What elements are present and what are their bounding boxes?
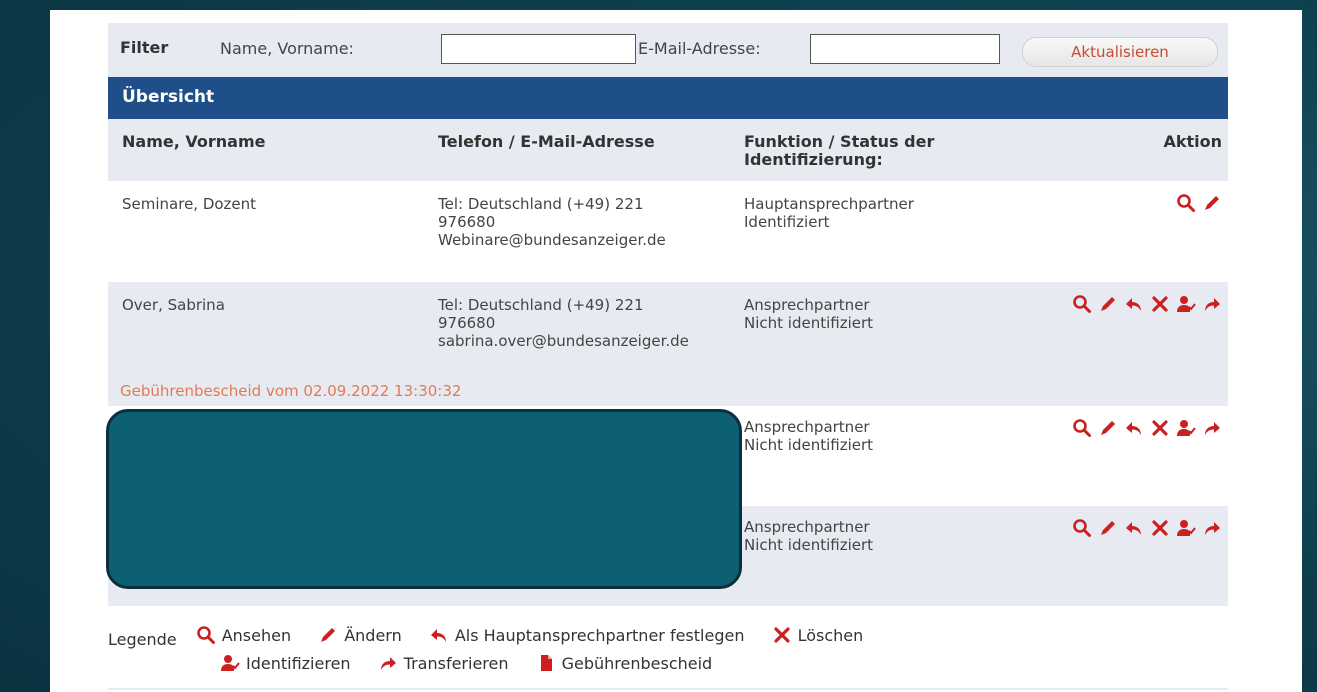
row-email: Webinare@bundesanzeiger.de [438,231,666,249]
forward-arrow-icon [378,653,398,673]
row-phone-cont: 976680 [438,314,496,332]
legend: Legende Ansehen Ändern Als Hauptansprech… [108,625,1228,685]
legend-set-main: Als Hauptansprechpartner festlegen [429,625,745,645]
transfer-icon[interactable] [1202,294,1222,314]
view-icon[interactable] [1072,518,1092,538]
legend-title: Legende [108,630,177,649]
identify-user-icon[interactable] [1176,518,1196,538]
row-status: Identifiziert [744,213,830,231]
row-function: Ansprechpartner Nicht identifiziert [744,518,873,554]
delete-icon[interactable] [1150,418,1170,438]
row-contact: Tel: Deutschland (+49) 221 976680 Webina… [438,195,666,249]
redaction-overlay [106,409,742,589]
legend-edit: Ändern [318,625,402,645]
identify-user-icon[interactable] [1176,418,1196,438]
identify-user-icon[interactable] [1176,294,1196,314]
delete-icon[interactable] [1150,294,1170,314]
reply-arrow-icon [429,625,449,645]
row-function: Hauptansprechpartner Identifiziert [744,195,914,231]
legend-identify-label: Identifizieren [246,653,351,673]
legend-set-main-label: Als Hauptansprechpartner festlegen [454,625,745,645]
legend-fee-label: Gebührenbescheid [561,653,713,673]
edit-icon[interactable] [1098,518,1118,538]
legend-identify: Identifizieren [220,653,351,673]
row-name: Over, Sabrina [122,296,225,314]
row-function-role: Ansprechpartner [744,418,870,436]
col-function-header: Funktion / Status der Identifizierung: [744,133,934,169]
row-actions [1072,294,1222,314]
row-function-role: Ansprechpartner [744,296,870,314]
edit-icon[interactable] [1098,418,1118,438]
row-function-role: Hauptansprechpartner [744,195,914,213]
name-filter-input[interactable] [441,34,636,64]
pencil-icon [318,625,338,645]
filter-title: Filter [120,38,169,57]
row-status: Nicht identifiziert [744,436,874,454]
view-icon[interactable] [1072,294,1092,314]
col-function-header-line2: Identifizierung: [744,150,883,169]
legend-line-1: Legende Ansehen Ändern Als Hauptansprech… [108,625,885,650]
col-name-header: Name, Vorname [122,132,266,151]
edit-icon[interactable] [1098,294,1118,314]
overview-title: Übersicht [122,87,215,107]
legend-transfer: Transferieren [378,653,509,673]
set-main-contact-icon[interactable] [1124,294,1144,314]
view-icon[interactable] [1176,193,1196,213]
col-function-header-line1: Funktion / Status der [744,132,935,151]
row-actions [1176,193,1222,213]
row-function: Ansprechpartner Nicht identifiziert [744,418,873,454]
col-contact-header: Telefon / E-Mail-Adresse [438,132,655,151]
legend-transfer-label: Transferieren [403,653,509,673]
name-filter-label: Name, Vorname: [220,39,354,58]
row-status: Nicht identifiziert [744,536,874,554]
row-contact: Tel: Deutschland (+49) 221 976680 sabrin… [438,296,689,350]
legend-view-label: Ansehen [221,625,292,645]
fee-notice-link[interactable]: Gebührenbescheid vom 02.09.2022 13:30:32 [120,382,461,400]
email-filter-input[interactable] [810,34,1000,64]
email-filter-label: E-Mail-Adresse: [638,39,761,58]
legend-delete-label: Löschen [797,625,864,645]
table-header: Name, Vorname Telefon / E-Mail-Adresse F… [108,119,1228,181]
search-icon [196,625,216,645]
row-phone-cont: 976680 [438,213,496,231]
legend-delete: Löschen [772,625,864,645]
view-icon[interactable] [1072,418,1092,438]
legend-fee: Gebührenbescheid [536,653,713,673]
legend-line-2: Identifizieren Transferieren Gebührenbes… [220,653,734,677]
transfer-icon[interactable] [1202,418,1222,438]
user-check-icon [220,653,240,673]
row-phone: Tel: Deutschland (+49) 221 [438,296,644,314]
overview-header: Übersicht [108,77,1228,119]
row-actions [1072,418,1222,438]
update-button[interactable]: Aktualisieren [1022,37,1218,67]
set-main-contact-icon[interactable] [1124,418,1144,438]
legend-view: Ansehen [196,625,291,645]
transfer-icon[interactable] [1202,518,1222,538]
set-main-contact-icon[interactable] [1124,518,1144,538]
legend-edit-label: Ändern [344,625,402,645]
row-function-role: Ansprechpartner [744,518,870,536]
edit-icon[interactable] [1202,193,1222,213]
table-row: Over, Sabrina Tel: Deutschland (+49) 221… [108,282,1228,406]
x-icon [772,625,792,645]
row-email: sabrina.over@bundesanzeiger.de [438,332,689,350]
document-icon [536,653,556,673]
row-name: Seminare, Dozent [122,195,257,213]
row-function: Ansprechpartner Nicht identifiziert [744,296,873,332]
delete-icon[interactable] [1150,518,1170,538]
col-action-header: Aktion [1163,132,1222,151]
row-actions [1072,518,1222,538]
divider [108,688,1228,690]
row-status: Nicht identifiziert [744,314,874,332]
table-row: Seminare, Dozent Tel: Deutschland (+49) … [108,181,1228,282]
row-phone: Tel: Deutschland (+49) 221 [438,195,644,213]
filter-bar: Filter Name, Vorname: E-Mail-Adresse: Ak… [108,23,1228,77]
